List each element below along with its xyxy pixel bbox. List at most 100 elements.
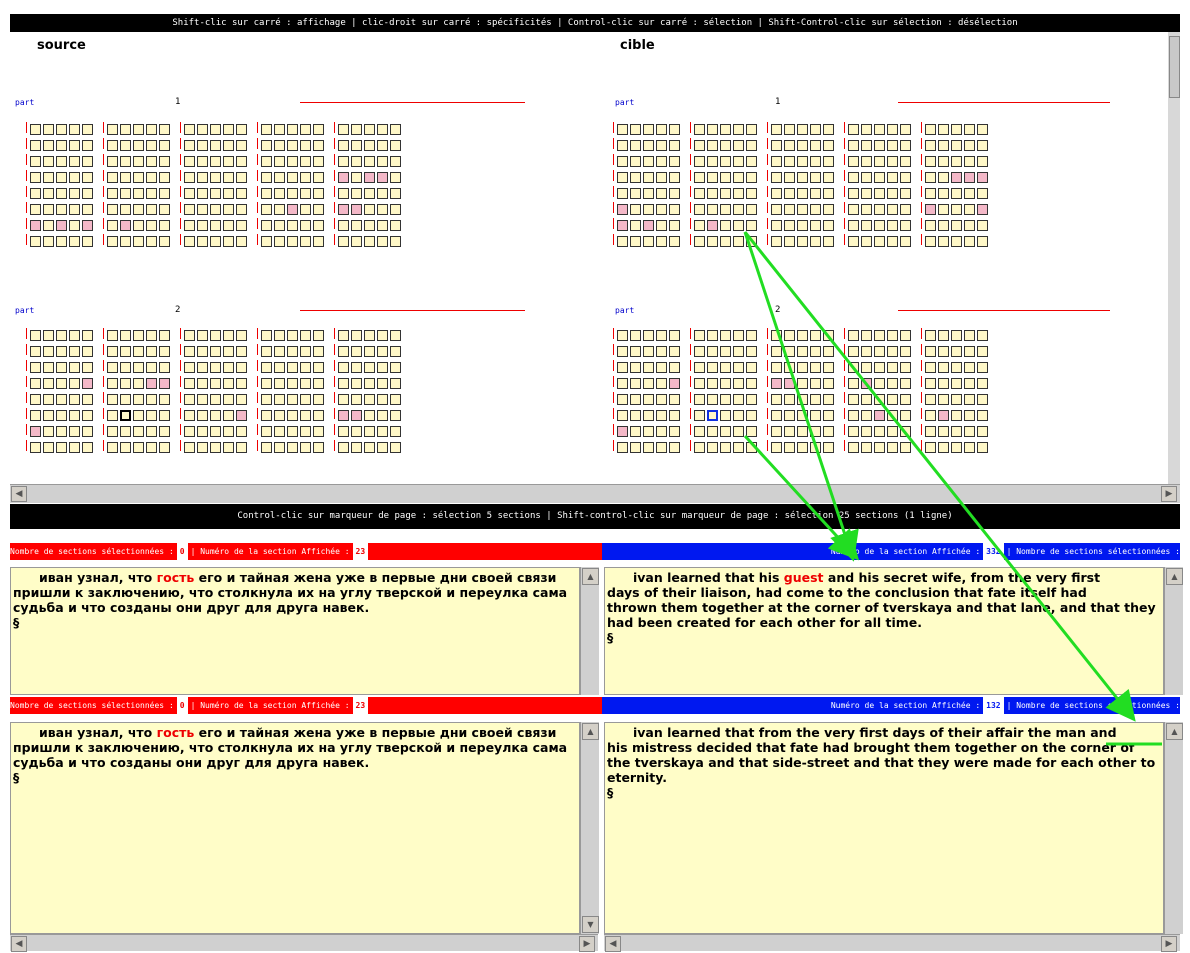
section-square[interactable] xyxy=(771,410,782,421)
section-square[interactable] xyxy=(210,236,221,247)
scroll-thumb[interactable] xyxy=(1169,36,1180,98)
section-marker[interactable] xyxy=(844,440,845,451)
section-marker[interactable] xyxy=(767,154,768,165)
section-square[interactable] xyxy=(694,378,705,389)
section-square[interactable] xyxy=(656,204,667,215)
section-square[interactable] xyxy=(184,204,195,215)
section-square[interactable] xyxy=(364,188,375,199)
section-square[interactable] xyxy=(364,204,375,215)
section-square[interactable] xyxy=(274,172,285,183)
section-square[interactable] xyxy=(274,378,285,389)
section-square[interactable] xyxy=(223,426,234,437)
section-square[interactable] xyxy=(746,124,757,135)
section-square[interactable] xyxy=(107,124,118,135)
section-square[interactable] xyxy=(771,346,782,357)
section-square[interactable] xyxy=(274,204,285,215)
section-square[interactable] xyxy=(925,204,936,215)
section-marker[interactable] xyxy=(767,138,768,149)
section-marker[interactable] xyxy=(26,138,27,149)
section-square[interactable] xyxy=(197,362,208,373)
section-square[interactable] xyxy=(861,220,872,231)
section-square[interactable] xyxy=(746,362,757,373)
section-square[interactable] xyxy=(300,394,311,405)
section-marker[interactable] xyxy=(180,234,181,245)
section-square[interactable] xyxy=(261,140,272,151)
section-square[interactable] xyxy=(874,172,885,183)
section-square[interactable] xyxy=(771,330,782,341)
section-marker[interactable] xyxy=(844,424,845,435)
section-square[interactable] xyxy=(848,410,859,421)
section-square[interactable] xyxy=(669,346,680,357)
section-square[interactable] xyxy=(133,346,144,357)
section-square[interactable] xyxy=(30,394,41,405)
scroll-up-icon[interactable]: ▲ xyxy=(582,568,599,585)
section-square[interactable] xyxy=(338,426,349,437)
section-square[interactable] xyxy=(977,172,988,183)
section-square[interactable] xyxy=(784,156,795,167)
section-marker[interactable] xyxy=(26,186,27,197)
section-square[interactable] xyxy=(364,346,375,357)
section-square[interactable] xyxy=(313,330,324,341)
section-square[interactable] xyxy=(159,156,170,167)
section-square[interactable] xyxy=(925,188,936,199)
section-marker[interactable] xyxy=(334,218,335,229)
section-square[interactable] xyxy=(184,236,195,247)
section-square[interactable] xyxy=(861,236,872,247)
section-square[interactable] xyxy=(351,156,362,167)
section-square[interactable] xyxy=(938,330,949,341)
section-square[interactable] xyxy=(146,156,157,167)
section-square[interactable] xyxy=(390,220,401,231)
section-square[interactable] xyxy=(338,124,349,135)
section-square[interactable] xyxy=(643,362,654,373)
section-marker[interactable] xyxy=(103,202,104,213)
section-square[interactable] xyxy=(707,442,718,453)
section-square[interactable] xyxy=(746,156,757,167)
section-square[interactable] xyxy=(364,156,375,167)
section-square[interactable] xyxy=(720,124,731,135)
section-square[interactable] xyxy=(30,346,41,357)
section-square[interactable] xyxy=(977,220,988,231)
section-square[interactable] xyxy=(951,220,962,231)
section-square[interactable] xyxy=(159,204,170,215)
scroll-left-icon[interactable]: ◀ xyxy=(11,936,27,952)
section-marker[interactable] xyxy=(767,202,768,213)
section-square[interactable] xyxy=(287,204,298,215)
section-square[interactable] xyxy=(784,140,795,151)
section-square[interactable] xyxy=(223,236,234,247)
section-square[interactable] xyxy=(669,442,680,453)
section-marker[interactable] xyxy=(334,234,335,245)
section-square[interactable] xyxy=(694,236,705,247)
section-square[interactable] xyxy=(810,188,821,199)
section-square[interactable] xyxy=(887,124,898,135)
section-marker[interactable] xyxy=(26,360,27,371)
section-square[interactable] xyxy=(364,236,375,247)
section-marker[interactable] xyxy=(180,328,181,339)
section-square[interactable] xyxy=(630,220,641,231)
section-square[interactable] xyxy=(377,394,388,405)
section-square[interactable] xyxy=(300,330,311,341)
section-square[interactable] xyxy=(338,220,349,231)
section-marker[interactable] xyxy=(767,218,768,229)
section-square[interactable] xyxy=(951,204,962,215)
section-square[interactable] xyxy=(236,346,247,357)
section-square[interactable] xyxy=(56,204,67,215)
section-square[interactable] xyxy=(223,140,234,151)
section-square[interactable] xyxy=(82,378,93,389)
section-square[interactable] xyxy=(313,236,324,247)
section-square[interactable] xyxy=(900,426,911,437)
section-square[interactable] xyxy=(287,410,298,421)
section-square[interactable] xyxy=(107,188,118,199)
section-square[interactable] xyxy=(938,426,949,437)
section-square[interactable] xyxy=(133,410,144,421)
section-square[interactable] xyxy=(656,140,667,151)
section-square[interactable] xyxy=(900,220,911,231)
section-square[interactable] xyxy=(810,442,821,453)
section-square[interactable] xyxy=(184,362,195,373)
section-square[interactable] xyxy=(43,426,54,437)
section-square[interactable] xyxy=(313,172,324,183)
page-marker-line[interactable] xyxy=(898,102,1110,103)
section-square[interactable] xyxy=(771,124,782,135)
section-square[interactable] xyxy=(733,378,744,389)
section-square[interactable] xyxy=(56,362,67,373)
section-marker[interactable] xyxy=(921,202,922,213)
